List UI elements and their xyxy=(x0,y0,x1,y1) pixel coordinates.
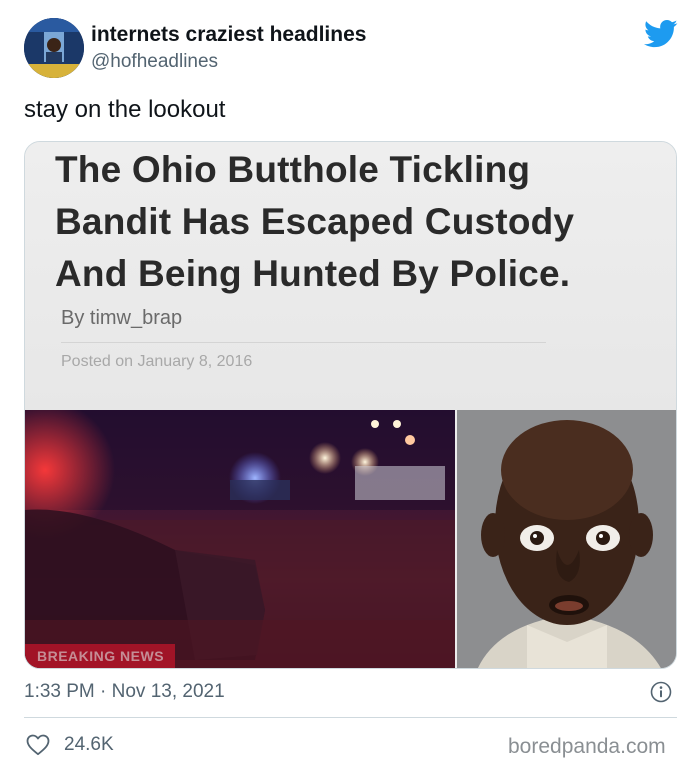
article-screenshot: The Ohio Butthole Tickling Bandit Has Es… xyxy=(25,142,676,410)
like-count: 24.6K xyxy=(64,734,114,755)
article-posted-date: Posted on January 8, 2016 xyxy=(61,353,253,370)
author-handle[interactable]: @hofheadlines xyxy=(91,51,218,73)
mugshot-photo xyxy=(457,410,676,668)
headline-line: The Ohio Butthole Tickling xyxy=(55,149,531,190)
breaking-news-label: BREAKING NEWS xyxy=(37,648,165,664)
info-icon[interactable] xyxy=(650,681,672,703)
breaking-news-banner: BREAKING NEWS xyxy=(25,644,175,668)
author-display-name[interactable]: internets craziest headlines xyxy=(91,23,366,47)
author-avatar[interactable] xyxy=(24,18,84,78)
article-byline: By timw_brap xyxy=(61,307,183,329)
article-headline: The Ohio Butthole Tickling Bandit Has Es… xyxy=(55,144,655,300)
headline-line: Bandit Has Escaped Custody xyxy=(55,201,575,242)
heart-icon[interactable] xyxy=(26,734,50,756)
tweet-timestamp[interactable]: 1:33 PM · Nov 13, 2021 xyxy=(24,681,225,703)
twitter-bird-icon[interactable] xyxy=(644,19,678,49)
tweet-media[interactable]: The Ohio Butthole Tickling Bandit Has Es… xyxy=(24,141,677,669)
tweet-divider xyxy=(24,717,677,718)
headline-line: And Being Hunted By Police. xyxy=(55,253,571,294)
police-scene-photo: BREAKING NEWS xyxy=(25,410,455,668)
tweet-text: stay on the lookout xyxy=(24,96,226,123)
tweet-card: internets craziest headlines @hofheadlin… xyxy=(0,0,700,772)
source-watermark: boredpanda.com xyxy=(508,735,666,758)
byline-divider xyxy=(61,342,546,343)
